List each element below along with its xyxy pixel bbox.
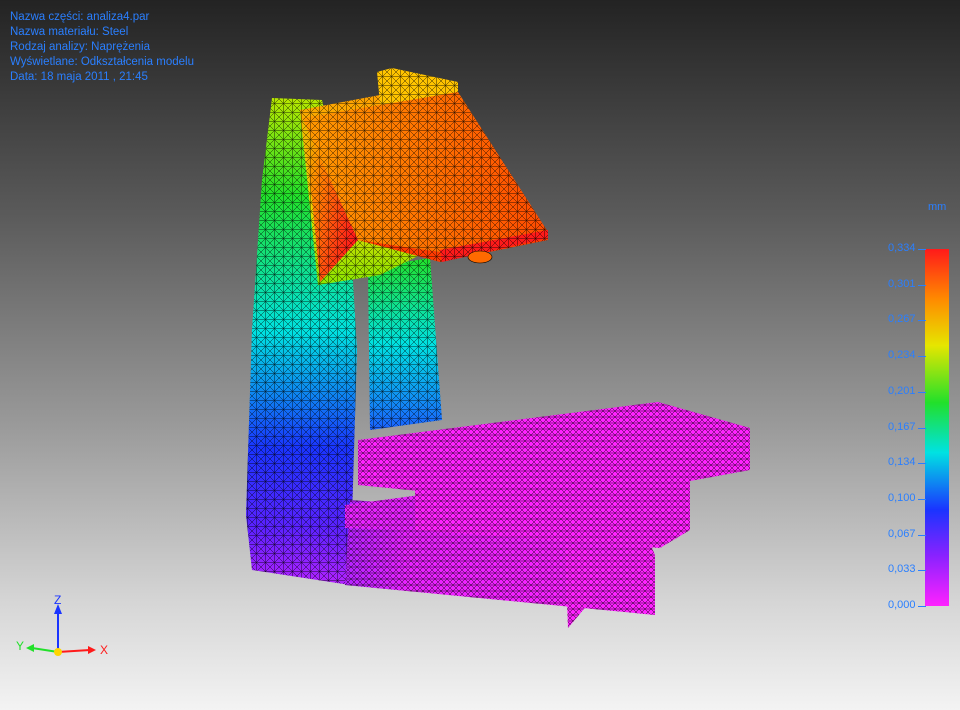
legend-tick-mark — [918, 249, 926, 250]
legend-tick-label: 0,334 — [888, 242, 916, 254]
z-axis-label: Z — [54, 593, 61, 607]
back-rib — [368, 258, 442, 430]
legend-tick-label: 0,267 — [888, 313, 916, 326]
legend-tick-label: 0,000 — [888, 599, 916, 611]
legend-unit: mm — [928, 201, 947, 213]
y-axis-label: Y — [16, 639, 24, 653]
deformation-color-bar — [925, 249, 949, 606]
legend-tick-mark — [918, 284, 926, 286]
legend-tick-mark — [918, 391, 926, 393]
legend-tick-label: 0,100 — [888, 491, 916, 504]
legend-tick-label: 0,033 — [888, 563, 916, 576]
x-arrow-icon — [88, 646, 96, 654]
legend-tick-mark — [918, 570, 926, 572]
legend-tick-mark — [918, 356, 926, 358]
legend-tick-mark — [918, 427, 926, 429]
fea-mesh-model[interactable] — [0, 0, 960, 710]
legend-tick-label: 0,134 — [888, 456, 916, 469]
legend-tick-mark — [918, 534, 926, 536]
x-axis-label: X — [100, 643, 108, 657]
legend-tick-mark — [918, 498, 926, 500]
legend-tick-mark — [918, 606, 926, 607]
legend-tick-label: 0,167 — [888, 420, 916, 433]
legend-tick-mark — [918, 463, 926, 465]
y-arrow-icon — [26, 644, 34, 652]
legend-tick-mark — [918, 320, 926, 322]
legend-tick-label: 0,201 — [888, 384, 916, 397]
legend-tick-label: 0,067 — [888, 527, 916, 540]
press-head — [302, 92, 548, 282]
coordinate-triad[interactable]: Z X Y — [10, 590, 110, 670]
legend-tick-label: 0,301 — [888, 277, 916, 290]
legend-tick-label: 0,234 — [888, 349, 916, 362]
x-axis-line — [57, 649, 91, 653]
origin-dot — [54, 648, 62, 656]
